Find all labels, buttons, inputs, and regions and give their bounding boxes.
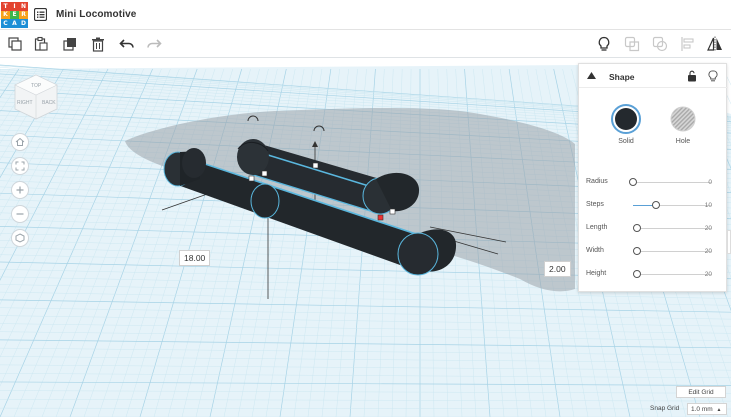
paste-icon[interactable] xyxy=(33,36,49,52)
snap-grid-value: 1.0 mm xyxy=(691,406,713,413)
zoom-out-button[interactable] xyxy=(11,205,29,223)
property-slider[interactable] xyxy=(632,270,711,278)
collapse-panel-icon[interactable] xyxy=(587,72,596,79)
snap-grid-label: Snap Grid xyxy=(650,405,680,412)
slider-knob[interactable] xyxy=(632,270,641,278)
undo-icon[interactable] xyxy=(119,36,135,52)
design-menu-icon[interactable] xyxy=(33,7,48,22)
property-value[interactable]: 20 xyxy=(705,225,712,232)
panel-header: Shape xyxy=(579,64,728,88)
hole-mode-button[interactable] xyxy=(668,104,698,134)
property-label: Steps xyxy=(586,201,604,208)
property-slider[interactable] xyxy=(632,247,711,255)
viewcube-back-label[interactable]: BACK xyxy=(42,100,56,106)
panel-edge-tab[interactable] xyxy=(727,230,731,254)
lightbulb-icon[interactable] xyxy=(596,36,612,52)
solid-mode-button[interactable] xyxy=(611,104,641,134)
property-value[interactable]: 10 xyxy=(705,202,712,209)
chevron-up-icon: ▲ xyxy=(716,407,722,413)
resize-handle-active[interactable] xyxy=(377,214,384,221)
edit-toolbar xyxy=(0,30,731,58)
resize-handle[interactable] xyxy=(261,170,268,177)
solid-swatch xyxy=(615,108,637,130)
duplicate-icon[interactable] xyxy=(62,36,78,52)
property-value[interactable]: 0 xyxy=(708,179,712,186)
view-cube[interactable]: RIGHT BACK TOP xyxy=(12,73,60,121)
property-slider[interactable] xyxy=(629,178,711,186)
logo-letter: N xyxy=(19,2,28,11)
logo-letter: K xyxy=(1,10,10,20)
home-view-button[interactable] xyxy=(11,133,29,151)
property-value[interactable]: 20 xyxy=(705,271,712,278)
design-title[interactable]: Mini Locomotive xyxy=(56,9,136,20)
logo-letter: I xyxy=(10,2,19,11)
snap-grid-select[interactable]: 1.0 mm ▲ xyxy=(687,403,727,415)
group-icon[interactable] xyxy=(624,36,640,52)
logo-letter: D xyxy=(19,19,28,28)
viewcube-right-label[interactable]: RIGHT xyxy=(17,100,33,106)
slider-knob[interactable] xyxy=(632,224,641,232)
lock-icon[interactable] xyxy=(687,70,697,82)
solid-label: Solid xyxy=(618,138,634,145)
length-dimension-label[interactable]: 18.00 xyxy=(179,250,211,266)
zoom-in-button[interactable] xyxy=(11,181,29,199)
resize-handle[interactable] xyxy=(389,208,396,215)
property-slider[interactable] xyxy=(633,201,711,209)
align-icon[interactable] xyxy=(680,36,696,52)
delete-icon[interactable] xyxy=(90,36,106,52)
shape-inspector-panel: Shape Solid Hole Radius 0 Steps 10 Length 20 W… xyxy=(578,63,728,292)
redo-icon[interactable] xyxy=(146,36,162,52)
visibility-bulb-icon[interactable] xyxy=(708,70,718,82)
fit-view-button[interactable] xyxy=(11,157,29,175)
property-label: Height xyxy=(586,270,607,277)
slider-knob[interactable] xyxy=(652,201,661,209)
property-value[interactable]: 20 xyxy=(705,248,712,255)
top-bar: TINKERCAD Mini Locomotive xyxy=(0,0,731,30)
property-label: Radius xyxy=(586,178,608,185)
panel-title: Shape xyxy=(609,72,635,82)
resize-handle[interactable] xyxy=(312,162,319,169)
copy-icon[interactable] xyxy=(7,36,23,52)
hole-label: Hole xyxy=(675,138,691,145)
logo-letter: T xyxy=(1,2,10,11)
property-label: Length xyxy=(586,224,608,231)
slider-knob[interactable] xyxy=(632,247,641,255)
slider-knob[interactable] xyxy=(629,178,637,186)
orthographic-view-button[interactable] xyxy=(11,229,29,247)
logo-letter: R xyxy=(19,10,28,20)
height-dimension-label[interactable]: 2.00 xyxy=(544,261,571,277)
resize-handle[interactable] xyxy=(248,175,255,182)
logo-letter: A xyxy=(10,19,19,28)
ungroup-icon[interactable] xyxy=(652,36,668,52)
tinkercad-logo[interactable]: TINKERCAD xyxy=(1,2,28,28)
logo-letter: E xyxy=(10,10,19,20)
viewcube-top-label[interactable]: TOP xyxy=(31,83,42,89)
edit-grid-button[interactable]: Edit Grid xyxy=(676,386,726,398)
logo-letter: C xyxy=(1,19,10,28)
property-slider[interactable] xyxy=(632,224,711,232)
mirror-icon[interactable] xyxy=(707,36,723,52)
property-label: Width xyxy=(586,247,604,254)
